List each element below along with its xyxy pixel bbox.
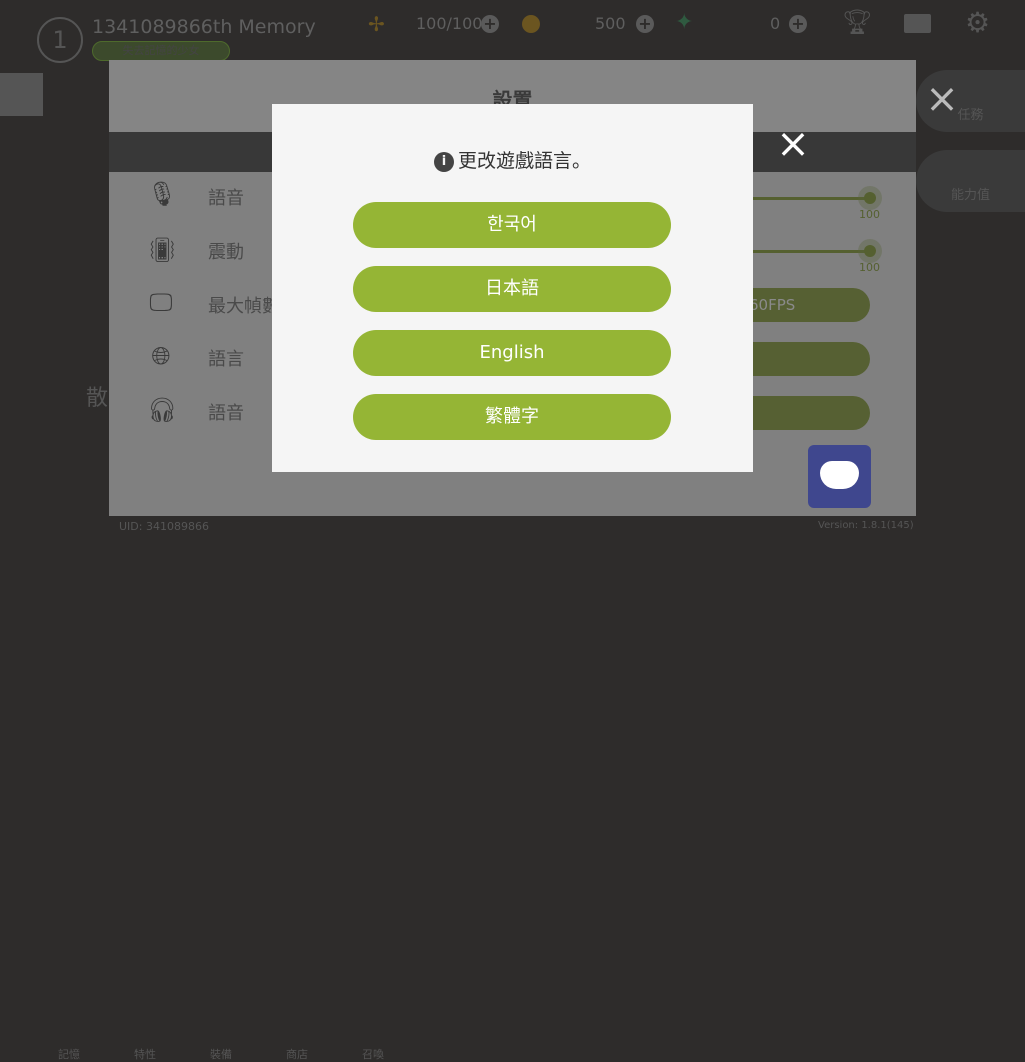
discord-icon	[820, 461, 859, 489]
row-label: 語音	[208, 403, 244, 424]
vibration-value: 100	[859, 261, 880, 274]
gems-value: 0	[770, 14, 781, 33]
pinwheel-icon: ✢	[368, 12, 385, 36]
coins-value: 500	[595, 14, 626, 33]
add-gems-button[interactable]: +	[789, 15, 807, 33]
headset-icon: 🎧︎	[147, 396, 178, 424]
language-modal: i 更改遊戲語言。 한국어 日本語 English 繁體字	[272, 104, 753, 472]
uid-label: UID: 341089866	[119, 520, 209, 533]
language-korean-button[interactable]: 한국어	[353, 202, 671, 248]
home-label: 散	[86, 386, 109, 411]
discord-button[interactable]	[808, 445, 871, 508]
stats-button[interactable]: 能力值	[916, 150, 1025, 212]
trophy-icon[interactable]: 🏆︎	[842, 8, 872, 36]
nav-traits[interactable]: 特性	[134, 1046, 156, 1062]
gear-icon[interactable]: ⚙	[965, 6, 990, 39]
level-badge: 1	[37, 17, 83, 63]
language-traditional-chinese-button[interactable]: 繁體字	[353, 394, 671, 440]
row-label: 震動	[208, 242, 244, 263]
player-title: 失去記憶的少女	[92, 41, 230, 61]
mail-icon[interactable]	[904, 14, 931, 33]
coin-icon	[522, 15, 540, 33]
top-bar: 1 1341089866th Memory 失去記憶的少女 ✢ 100/100 …	[0, 0, 1025, 63]
add-stamina-button[interactable]: +	[481, 15, 499, 33]
monitor-icon: 🖵︎	[149, 288, 173, 316]
language-japanese-button[interactable]: 日本語	[353, 266, 671, 312]
row-label: 語言	[208, 349, 244, 370]
avatar[interactable]	[0, 73, 43, 116]
microphone-icon: 🎙︎	[147, 180, 178, 208]
stats-label: 能力值	[950, 188, 990, 203]
info-icon: i	[433, 152, 454, 172]
voice-volume-handle[interactable]	[864, 192, 876, 204]
nav-equipment[interactable]: 裝備	[210, 1046, 232, 1062]
close-settings-button[interactable]: ×	[924, 79, 960, 119]
fps-label: 60FPS	[749, 296, 796, 314]
player-name: 1341089866th Memory	[92, 16, 316, 38]
voice-volume-value: 100	[859, 208, 880, 221]
globe-icon: 🌐︎	[151, 342, 171, 370]
version-label: Version: 1.8.1(145)	[818, 520, 914, 531]
voice-volume-slider[interactable]	[749, 197, 869, 200]
nav-shop[interactable]: 商店	[286, 1046, 308, 1062]
vibration-icon: 📳︎	[147, 236, 178, 264]
stamina-value: 100/100	[416, 14, 483, 33]
language-english-button[interactable]: English	[353, 330, 671, 376]
quests-label: 任務	[957, 108, 984, 123]
nav-memory[interactable]: 記憶	[58, 1046, 80, 1062]
star-gem-icon: ✦	[675, 10, 694, 35]
nav-summon[interactable]: 召喚	[362, 1046, 384, 1062]
modal-title: i 更改遊戲語言。	[272, 146, 753, 173]
close-modal-button[interactable]: ×	[776, 124, 810, 164]
modal-title-text: 更改遊戲語言。	[457, 150, 591, 172]
vibration-slider[interactable]	[749, 250, 869, 253]
row-label: 語音	[208, 188, 244, 209]
add-coins-button[interactable]: +	[636, 15, 654, 33]
vibration-handle[interactable]	[864, 245, 876, 257]
row-label: 最大幀數	[208, 296, 280, 317]
